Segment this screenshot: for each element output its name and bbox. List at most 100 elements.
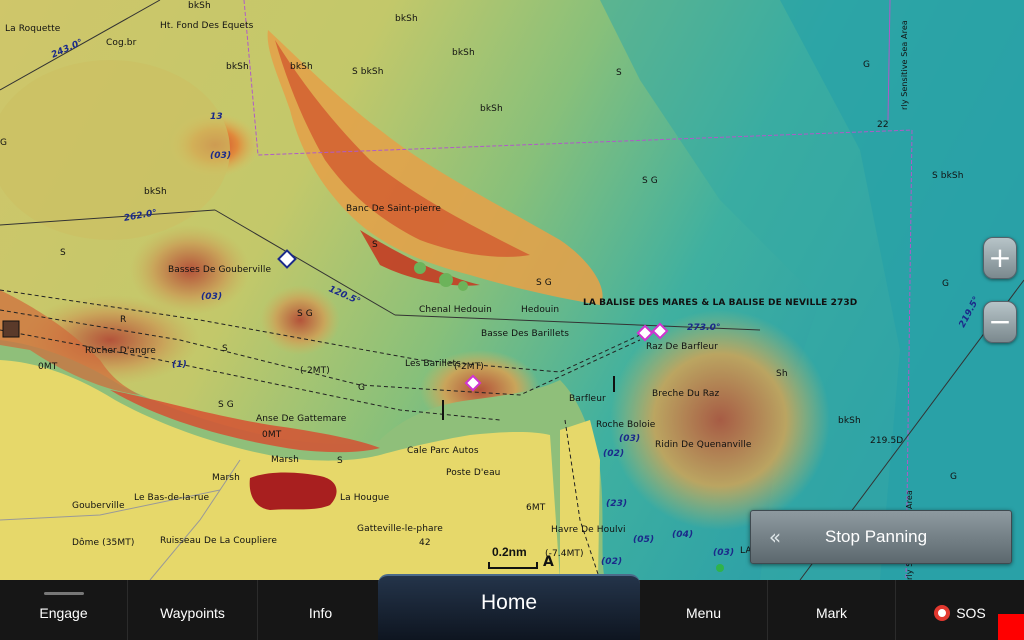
map-label-bksh-5: bkSh xyxy=(290,62,313,72)
map-label-s-g-4: S G xyxy=(218,400,234,410)
map-label-la-hougue: La Hougue xyxy=(340,493,390,503)
map-label-depth-03-a: (03) xyxy=(210,151,232,161)
map-label-hedouin: Hedouin xyxy=(521,305,560,315)
map-label-depth-03-c: (03) xyxy=(619,434,641,444)
map-label-6mt: 6MT xyxy=(526,503,546,513)
map-label-s-bksh-2: S bkSh xyxy=(932,171,964,181)
map-label-depth-1: (1) xyxy=(172,360,187,370)
nav-engage-button[interactable]: Engage xyxy=(0,580,128,640)
nav-info-label: Info xyxy=(308,605,333,621)
map-label-s-4: S xyxy=(222,344,228,354)
stop-panning-label: Stop Panning xyxy=(825,527,928,546)
map-label-depth-05: (05) xyxy=(633,535,655,545)
map-label-basses-gouberville: Basses De Gouberville xyxy=(168,265,272,275)
map-label-roche-boloie: Roche Boloie xyxy=(596,420,656,430)
nav-home-label: Home xyxy=(480,591,538,614)
map-label-depth-03-d: (03) xyxy=(713,548,735,558)
map-label-g-4: G xyxy=(950,472,958,482)
chart-map[interactable]: La Roquette Cog.br Ht. Fond Des Equets bkSh… xyxy=(0,0,1024,580)
map-label-num-22: 22 xyxy=(877,120,889,130)
map-label-s-3: S xyxy=(60,248,66,258)
map-label-depth-23: (23) xyxy=(606,499,628,509)
map-label-depth-13: 13 xyxy=(210,112,223,122)
map-label-bksh-4: bkSh xyxy=(226,62,249,72)
map-label-barfleur: Barfleur xyxy=(569,394,606,404)
map-label-cale-parc: Cale Parc Autos xyxy=(407,446,479,456)
scale-bar: 0.2nm xyxy=(488,545,548,575)
map-label-banc-st-pierre: Banc De Saint-pierre xyxy=(346,204,442,214)
map-label-s-g-2: S G xyxy=(536,278,552,288)
map-label-ht-fond: Ht. Fond Des Equets xyxy=(160,21,254,31)
nav-waypoints-label: Waypoints xyxy=(160,605,225,621)
map-label-s-g-1: S G xyxy=(642,176,658,186)
nav-mark-button[interactable]: Mark xyxy=(768,580,896,640)
map-label-anse-gattemare: Anse De Gattemare xyxy=(256,414,347,424)
map-label-chenal-hedouin: Chenal Hedouin xyxy=(419,305,492,315)
zoom-in-button[interactable]: + xyxy=(983,237,1017,279)
north-arrow-icon: A xyxy=(543,554,554,570)
map-label-bksh-2: bkSh xyxy=(395,14,418,24)
map-label-depth-02-a: (02) xyxy=(603,449,625,459)
map-label-dome: Dôme (35MT) xyxy=(72,538,135,548)
stop-panning-button[interactable]: « Stop Panning xyxy=(750,510,1012,564)
map-label-bearing-273: 273.0° xyxy=(687,323,721,333)
map-label-s-bksh: S bkSh xyxy=(352,67,384,77)
map-label-s-1: S xyxy=(616,68,622,78)
map-label-omt-1: 0MT xyxy=(38,362,58,372)
map-label-g-left: G xyxy=(0,138,8,148)
nav-sos-label: SOS xyxy=(956,605,986,621)
map-label-s-5: S xyxy=(337,456,343,466)
nav-engage-label: Engage xyxy=(39,605,88,621)
scale-bar-line xyxy=(488,562,538,569)
map-label-havre-houlvi: Havre De Houlvi xyxy=(551,525,626,535)
map-label-le-bas-de-la-rue: Le Bas-de-la-rue xyxy=(134,493,210,503)
map-label-s-2: S xyxy=(372,240,378,250)
nav-waypoints-button[interactable]: Waypoints xyxy=(128,580,258,640)
map-label-breche-raz: Breche Du Raz xyxy=(652,389,720,399)
map-label-basse-barillets: Basse Des Barillets xyxy=(481,329,570,339)
map-label-depth-02-b: (02) xyxy=(601,557,623,567)
map-label-depth-04: (04) xyxy=(672,530,694,540)
map-label-s-g-3: S G xyxy=(297,309,313,319)
map-label-depth-2mt-a: (-2MT) xyxy=(300,366,330,376)
nav-menu-label: Menu xyxy=(685,605,722,621)
map-label-marsh-2: Marsh xyxy=(212,473,240,483)
zoom-out-button[interactable]: − xyxy=(983,301,1017,343)
nav-menu-button[interactable]: Menu xyxy=(640,580,768,640)
map-label-bksh-7: bkSh xyxy=(144,187,167,197)
lifebuoy-icon xyxy=(934,604,951,621)
sensitive-area-label: rly Sensitive Sea Area xyxy=(900,20,909,110)
bottom-nav-bar: Engage Waypoints Info Home Menu Mark SOS xyxy=(0,574,1024,640)
map-label-marsh-1: Marsh xyxy=(271,455,299,465)
nav-home-button[interactable]: Home xyxy=(378,574,640,640)
map-label-num-42: 42 xyxy=(419,538,431,548)
map-label-g-1: G xyxy=(863,60,871,70)
map-label-sh-1: Sh xyxy=(776,369,788,379)
map-label-bksh-8: bkSh xyxy=(838,416,861,426)
map-label-depth-03-b: (03) xyxy=(201,292,223,302)
map-label-g-3: G xyxy=(358,383,366,393)
map-label-ruisseau: Ruisseau De La Coupliere xyxy=(160,536,277,546)
map-label-bksh-3: bkSh xyxy=(452,48,475,58)
map-label-bksh-6: bkSh xyxy=(480,104,503,114)
status-corner-indicator xyxy=(998,614,1024,640)
chevron-left-icon: « xyxy=(768,525,782,549)
map-label-gouberville: Gouberville xyxy=(72,501,125,511)
map-label-les-barillets: Les Barillets xyxy=(405,359,461,369)
map-label-depth-2mt-b: (-2MT) xyxy=(454,362,484,372)
map-label-la-roquette: La Roquette xyxy=(5,24,61,34)
map-label-g-2: G xyxy=(942,279,950,289)
nav-info-button[interactable]: Info xyxy=(258,580,384,640)
map-label-cog-br: Cog.br xyxy=(106,38,137,48)
map-label-r-1: R xyxy=(120,315,127,325)
drag-handle-icon[interactable] xyxy=(44,592,84,595)
map-label-poste-deau: Poste D'eau xyxy=(446,468,501,478)
map-label-rocher-dangre: Rocher D'angre xyxy=(85,346,156,356)
map-label-gatteville: Gatteville-le-phare xyxy=(357,524,443,534)
map-label-depth-219: 219.5D xyxy=(870,436,904,446)
map-label-bksh-1: bkSh xyxy=(188,1,211,11)
map-label-raz-barfleur: Raz De Barfleur xyxy=(646,342,718,352)
scale-label: 0.2nm xyxy=(492,545,527,559)
map-label-ridin: Ridin De Quenanville xyxy=(655,440,752,450)
map-label-la-balise: LA BALISE DES MARES & LA BALISE DE NEVIL… xyxy=(583,298,858,308)
